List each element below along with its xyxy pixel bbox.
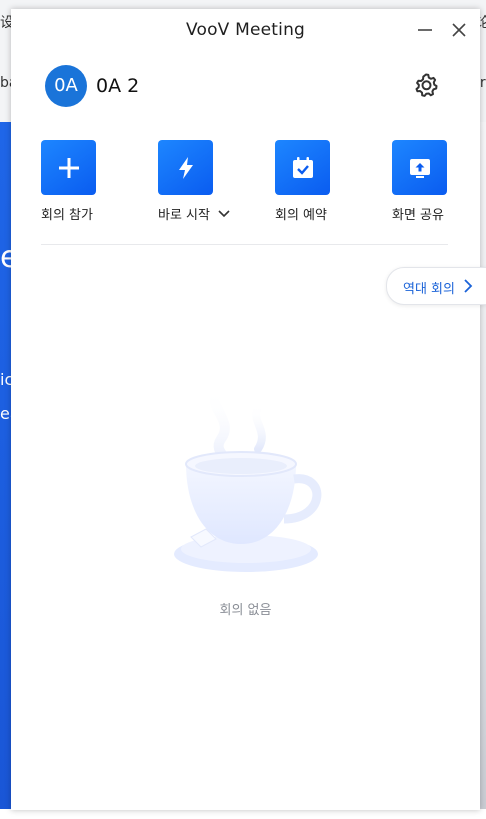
background-bottom	[0, 809, 486, 819]
schedule-meeting-label: 회의 예약	[275, 208, 327, 223]
lightning-icon	[178, 156, 193, 179]
share-screen-label: 화면 공유	[392, 208, 444, 223]
share-screen-icon	[409, 158, 430, 178]
join-meeting-button[interactable]: 회의 참가	[41, 140, 131, 223]
instant-meeting-tile	[158, 140, 213, 195]
meeting-history-label: 역대 회의	[403, 282, 455, 297]
title-bar: VooV Meeting	[11, 9, 480, 53]
calendar-check-icon	[292, 156, 313, 178]
plus-icon	[58, 157, 79, 178]
empty-state-text: 회의 없음	[219, 603, 272, 618]
schedule-meeting-button[interactable]: 회의 예약	[275, 140, 365, 223]
share-screen-button[interactable]: 화면 공유	[392, 140, 482, 223]
share-screen-tile	[392, 140, 447, 195]
instant-meeting-text: 바로 시작	[158, 208, 210, 223]
close-button[interactable]	[448, 19, 470, 41]
user-name: 0A 2	[96, 75, 140, 97]
join-meeting-tile	[41, 140, 96, 195]
minimize-icon	[418, 29, 432, 31]
close-icon	[452, 23, 466, 37]
schedule-meeting-tile	[275, 140, 330, 195]
settings-button[interactable]	[412, 71, 440, 99]
chevron-down-icon[interactable]	[218, 209, 230, 219]
meeting-history-button[interactable]: 역대 회의	[386, 267, 486, 305]
minimize-button[interactable]	[414, 19, 436, 41]
coffee-cup-icon	[174, 384, 322, 572]
window-title: VooV Meeting	[185, 20, 306, 40]
quick-actions: 회의 참가 바로 시작 회의 예약 화면 공유	[11, 140, 480, 230]
app-window: VooV Meeting 0A 0A 2 회의 참가 바로 시작 회의 예약 화…	[11, 9, 486, 810]
join-meeting-label: 회의 참가	[41, 208, 93, 223]
chevron-right-icon	[464, 279, 473, 293]
instant-meeting-label: 바로 시작	[158, 204, 248, 223]
gear-icon	[415, 73, 438, 97]
user-header: 0A 0A 2	[11, 53, 480, 111]
instant-meeting-button[interactable]: 바로 시작	[158, 140, 248, 223]
avatar[interactable]: 0A	[45, 65, 87, 107]
divider	[41, 244, 448, 245]
